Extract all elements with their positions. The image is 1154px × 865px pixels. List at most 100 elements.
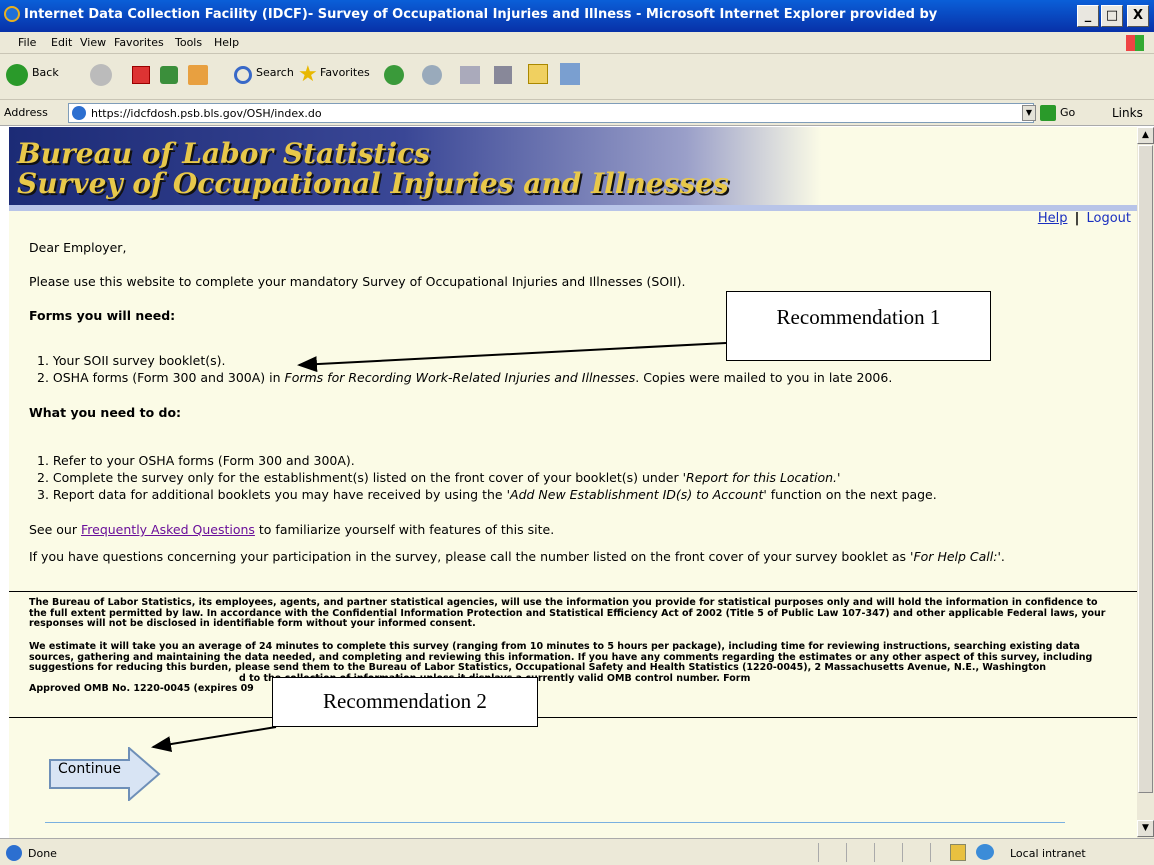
forms-item-2-text: 2. OSHA forms (Form 300 and 300A) in: [37, 370, 285, 385]
home-icon[interactable]: [188, 65, 208, 85]
research-icon[interactable]: [560, 63, 580, 85]
todo-item-3-text: 3. Report data for additional booklets y…: [37, 487, 507, 502]
forward-arrow-icon[interactable]: [90, 64, 112, 86]
todo-item-3-quote: 'Add New Establishment ID(s) to Account': [506, 487, 767, 502]
address-input[interactable]: https://idcfdosh.psb.bls.gov/OSH/index.d…: [68, 103, 1034, 123]
logout-link[interactable]: Logout: [1086, 211, 1131, 226]
faq-paragraph: See our Frequently Asked Questions to fa…: [29, 522, 554, 537]
questions-quote-2: Help Call:': [937, 549, 1001, 564]
todo-item-2: 2. Complete the survey only for the esta…: [37, 470, 840, 485]
mail-icon[interactable]: [422, 65, 442, 85]
recommendation-2-callout: Recommendation 2: [272, 677, 538, 727]
go-arrow-icon[interactable]: [1040, 105, 1056, 121]
favorites-button[interactable]: Favorites: [320, 66, 370, 79]
zone-label: Local intranet: [1010, 847, 1086, 860]
menu-favorites[interactable]: Favorites: [114, 36, 164, 49]
help-link[interactable]: Help: [1038, 211, 1068, 226]
links-button[interactable]: Links: [1112, 106, 1143, 120]
back-arrow-icon[interactable]: [6, 64, 28, 86]
bls-banner: Bureau of Labor Statistics Survey of Occ…: [9, 127, 1137, 205]
status-text: Done: [28, 847, 57, 860]
nav-separator: |: [1074, 211, 1080, 226]
window-title: Internet Data Collection Facility (IDCF)…: [24, 7, 938, 22]
status-separator: [902, 843, 903, 862]
menu-edit[interactable]: Edit: [51, 36, 72, 49]
vertical-scrollbar[interactable]: ▲ ▼: [1137, 127, 1154, 838]
address-url: https://idcfdosh.psb.bls.gov/OSH/index.d…: [91, 107, 322, 120]
status-separator: [874, 843, 875, 862]
minimize-button[interactable]: _: [1077, 5, 1099, 27]
security-lock-icon: [950, 844, 966, 861]
confidentiality-text: The Bureau of Labor Statistics, its empl…: [29, 597, 1106, 629]
address-label: Address: [4, 106, 48, 119]
questions-paragraph: If you have questions concerning your pa…: [29, 549, 1069, 564]
legal-divider-bottom: [9, 717, 1137, 718]
forms-heading: Forms you will need:: [29, 308, 176, 323]
history-icon[interactable]: [384, 65, 404, 85]
banner-line-2: Survey of Occupational Injuries and Illn…: [17, 167, 729, 200]
scroll-down-button[interactable]: ▼: [1137, 820, 1154, 837]
maximize-button[interactable]: □: [1101, 5, 1123, 27]
forms-item-2: 2. OSHA forms (Form 300 and 300A) in For…: [37, 370, 892, 385]
print-icon[interactable]: [460, 66, 480, 84]
recommendation-1-callout: Recommendation 1: [726, 291, 991, 361]
stop-icon[interactable]: [132, 66, 150, 84]
forms-item-2-title: Forms for Recording Work-Related Injurie…: [284, 370, 636, 385]
continue-label[interactable]: Continue: [58, 761, 121, 777]
status-separator: [818, 843, 819, 862]
discuss-icon[interactable]: [528, 64, 548, 84]
back-button[interactable]: Back: [32, 66, 59, 79]
scroll-thumb[interactable]: [1138, 145, 1153, 793]
scroll-up-button[interactable]: ▲: [1137, 127, 1154, 144]
intranet-globe-icon: [976, 844, 994, 860]
toolbar: Back Search ★ Favorites: [0, 54, 1154, 100]
refresh-icon[interactable]: [160, 66, 178, 84]
forms-item-1: 1. Your SOII survey booklet(s).: [37, 353, 226, 368]
go-button[interactable]: Go: [1060, 106, 1075, 119]
menu-tools[interactable]: Tools: [175, 36, 202, 49]
nav-links: Help | Logout: [1038, 211, 1131, 226]
search-icon[interactable]: [234, 66, 252, 84]
menu-help[interactable]: Help: [214, 36, 239, 49]
menu-view[interactable]: View: [80, 36, 106, 49]
menu-file[interactable]: File: [18, 36, 36, 49]
ie-page-icon: [6, 845, 22, 861]
status-separator: [930, 843, 931, 862]
address-dropdown-button[interactable]: ▼: [1022, 105, 1036, 121]
burden-text-main: We estimate it will take you an average …: [29, 641, 1093, 673]
banner-line-1: Bureau of Labor Statistics: [17, 137, 430, 170]
faq-pre: See our: [29, 522, 81, 537]
address-bar: Address https://idcfdosh.psb.bls.gov/OSH…: [0, 100, 1154, 126]
status-separator: [846, 843, 847, 862]
questions-end: .: [1000, 549, 1005, 564]
search-button[interactable]: Search: [256, 66, 294, 79]
page-icon: [72, 106, 86, 120]
todo-item-2-quote: 'Report for this Location.': [682, 470, 841, 485]
status-bar: Done Local intranet: [0, 838, 1154, 865]
footer-line: [45, 822, 1065, 823]
edit-icon[interactable]: [494, 66, 512, 84]
page-content: Bureau of Labor Statistics Survey of Occ…: [9, 127, 1137, 838]
todo-item-3: 3. Report data for additional booklets y…: [37, 487, 937, 502]
intro-text: Please use this website to complete your…: [29, 274, 686, 289]
todo-item-2-text: 2. Complete the survey only for the esta…: [37, 470, 683, 485]
favorites-star-icon[interactable]: ★: [298, 62, 318, 87]
faq-post: to familiarize yourself with features of…: [254, 522, 555, 537]
window-title-bar: Internet Data Collection Facility (IDCF)…: [0, 0, 1154, 32]
forms-item-2-end: . Copies were mailed to you in late 2006…: [635, 370, 893, 385]
questions-text: If you have questions concerning your pa…: [29, 549, 911, 564]
todo-heading: What you need to do:: [29, 405, 182, 420]
windows-logo-icon: [1126, 35, 1144, 51]
faq-link[interactable]: Frequently Asked Questions: [81, 522, 255, 537]
greeting: Dear Employer,: [29, 240, 127, 255]
burden-text-omb: Approved OMB No. 1220-0045 (expires 09: [29, 683, 254, 694]
close-button[interactable]: X: [1127, 5, 1149, 27]
questions-quote-1: 'For: [910, 549, 934, 564]
legal-divider-top: [9, 591, 1137, 592]
todo-item-1: 1. Refer to your OSHA forms (Form 300 an…: [37, 453, 355, 468]
banner-divider: [9, 205, 1137, 211]
burden-text: We estimate it will take you an average …: [29, 641, 1109, 695]
todo-item-3-end: function on the next page.: [766, 487, 937, 502]
ie-logo-icon: [4, 6, 20, 22]
menu-bar: File Edit View Favorites Tools Help: [0, 32, 1154, 54]
